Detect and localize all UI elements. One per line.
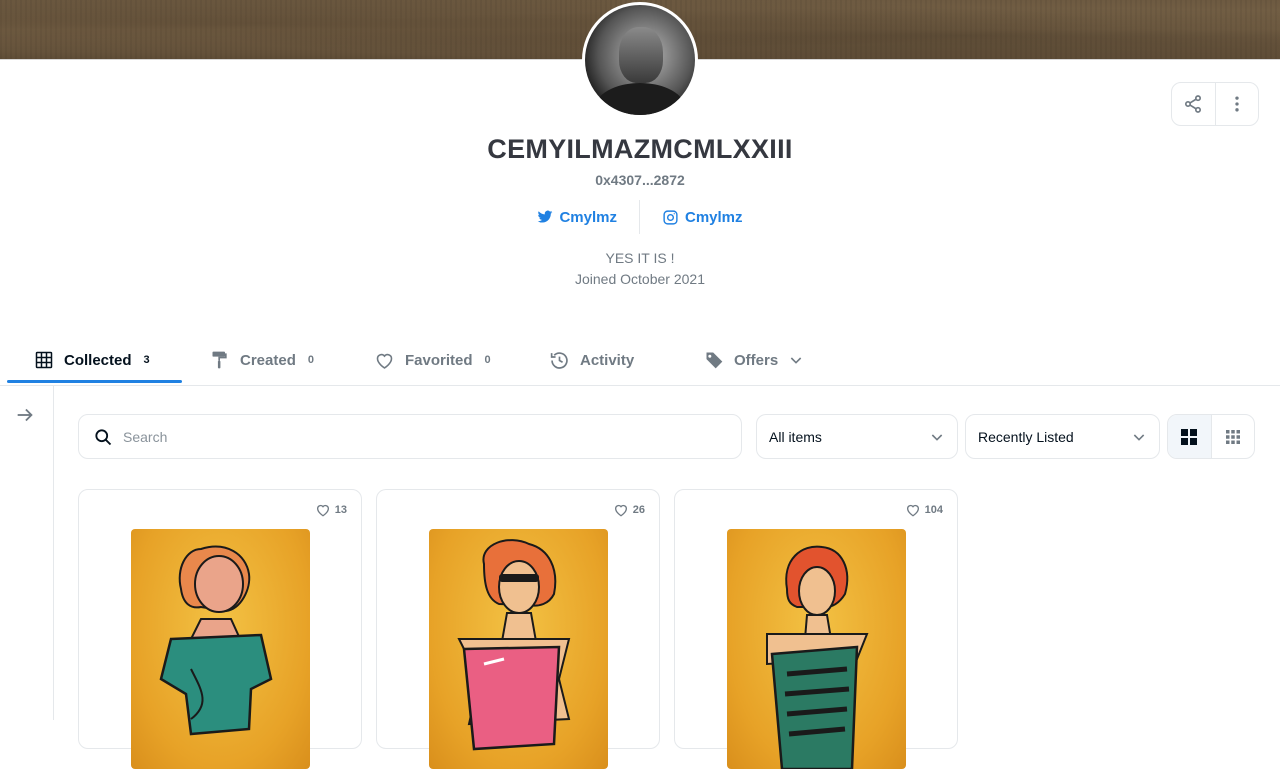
nft-image: [727, 529, 906, 769]
grid-size-toggle: [1167, 414, 1255, 459]
select-value: Recently Listed: [978, 428, 1074, 445]
instagram-link[interactable]: Cmylmz: [640, 209, 765, 226]
tab-count: 0: [484, 354, 491, 366]
profile-tabs: Collected 3 Created 0 Favorited 0 Activi…: [0, 334, 1280, 386]
sort-select[interactable]: Recently Listed: [965, 414, 1160, 459]
small-grid-icon: [1225, 429, 1240, 444]
large-grid-button[interactable]: [1168, 415, 1211, 458]
favorite-count: 104: [924, 504, 943, 516]
social-links: Cmylmz Cmylmz: [0, 200, 1280, 234]
tab-collected[interactable]: Collected 3: [34, 334, 150, 386]
instagram-icon: [663, 209, 678, 225]
tab-activity[interactable]: Activity: [549, 334, 634, 386]
expand-filters-button[interactable]: [14, 404, 36, 426]
select-value: All items: [769, 428, 822, 445]
nft-image: [429, 529, 608, 769]
tab-label: Favorited: [405, 351, 473, 369]
paint-roller-icon: [212, 351, 227, 369]
profile-avatar: [582, 2, 698, 118]
tab-count: 3: [143, 354, 150, 366]
tab-label: Activity: [580, 351, 635, 369]
nft-image: [131, 529, 310, 769]
tag-icon: [705, 352, 723, 369]
tab-count: 0: [307, 354, 314, 366]
more-vertical-icon: [1235, 96, 1239, 112]
nft-card[interactable]: 13: [78, 489, 362, 769]
favorite-count: 26: [632, 504, 645, 516]
tab-favorited[interactable]: Favorited 0: [374, 334, 491, 386]
search-icon: [95, 428, 112, 445]
large-grid-icon: [1181, 428, 1198, 445]
wallet-address[interactable]: 0x4307...2872: [0, 172, 1280, 188]
profile-username: CEMYILMAZMCMLXXIII: [487, 134, 793, 164]
favorite-button[interactable]: 13: [315, 502, 347, 518]
items-filter-select[interactable]: All items: [756, 414, 958, 459]
instagram-handle: Cmylmz: [685, 208, 743, 226]
heart-icon: [316, 504, 329, 517]
tab-label: Collected: [64, 351, 132, 369]
tab-label: Created: [240, 351, 296, 369]
twitter-link[interactable]: Cmylmz: [515, 209, 639, 226]
nft-card[interactable]: 104: [674, 489, 958, 769]
grid-icon: [35, 351, 53, 369]
search-field[interactable]: [78, 414, 742, 459]
active-tab-indicator: [7, 380, 182, 383]
more-options-button[interactable]: [1214, 83, 1258, 125]
heart-icon: [906, 504, 919, 517]
small-grid-button[interactable]: [1210, 415, 1254, 458]
share-button[interactable]: [1172, 83, 1215, 125]
chevron-down-icon: [790, 357, 802, 364]
tab-created[interactable]: Created 0: [210, 334, 314, 386]
profile-bio: YES IT IS !: [605, 250, 675, 266]
share-icon: [1185, 95, 1202, 113]
chevron-down-icon: [931, 433, 943, 441]
favorite-count: 13: [334, 504, 347, 516]
twitter-handle: Cmylmz: [559, 208, 617, 226]
arrow-right-icon: [17, 408, 33, 422]
joined-date: Joined October 2021: [575, 271, 705, 287]
search-input[interactable]: [123, 428, 683, 445]
tab-label: Offers: [734, 351, 779, 369]
nft-card[interactable]: 26: [376, 489, 660, 769]
chevron-down-icon: [1133, 433, 1145, 441]
twitter-icon: [538, 210, 553, 223]
favorite-button[interactable]: 104: [905, 502, 943, 518]
filter-sidebar: [0, 386, 54, 720]
history-icon: [550, 351, 568, 369]
heart-icon: [614, 504, 627, 517]
heart-icon: [376, 353, 393, 369]
favorite-button[interactable]: 26: [613, 502, 645, 518]
tab-offers[interactable]: Offers: [704, 334, 804, 386]
profile-actions: [1171, 82, 1259, 126]
